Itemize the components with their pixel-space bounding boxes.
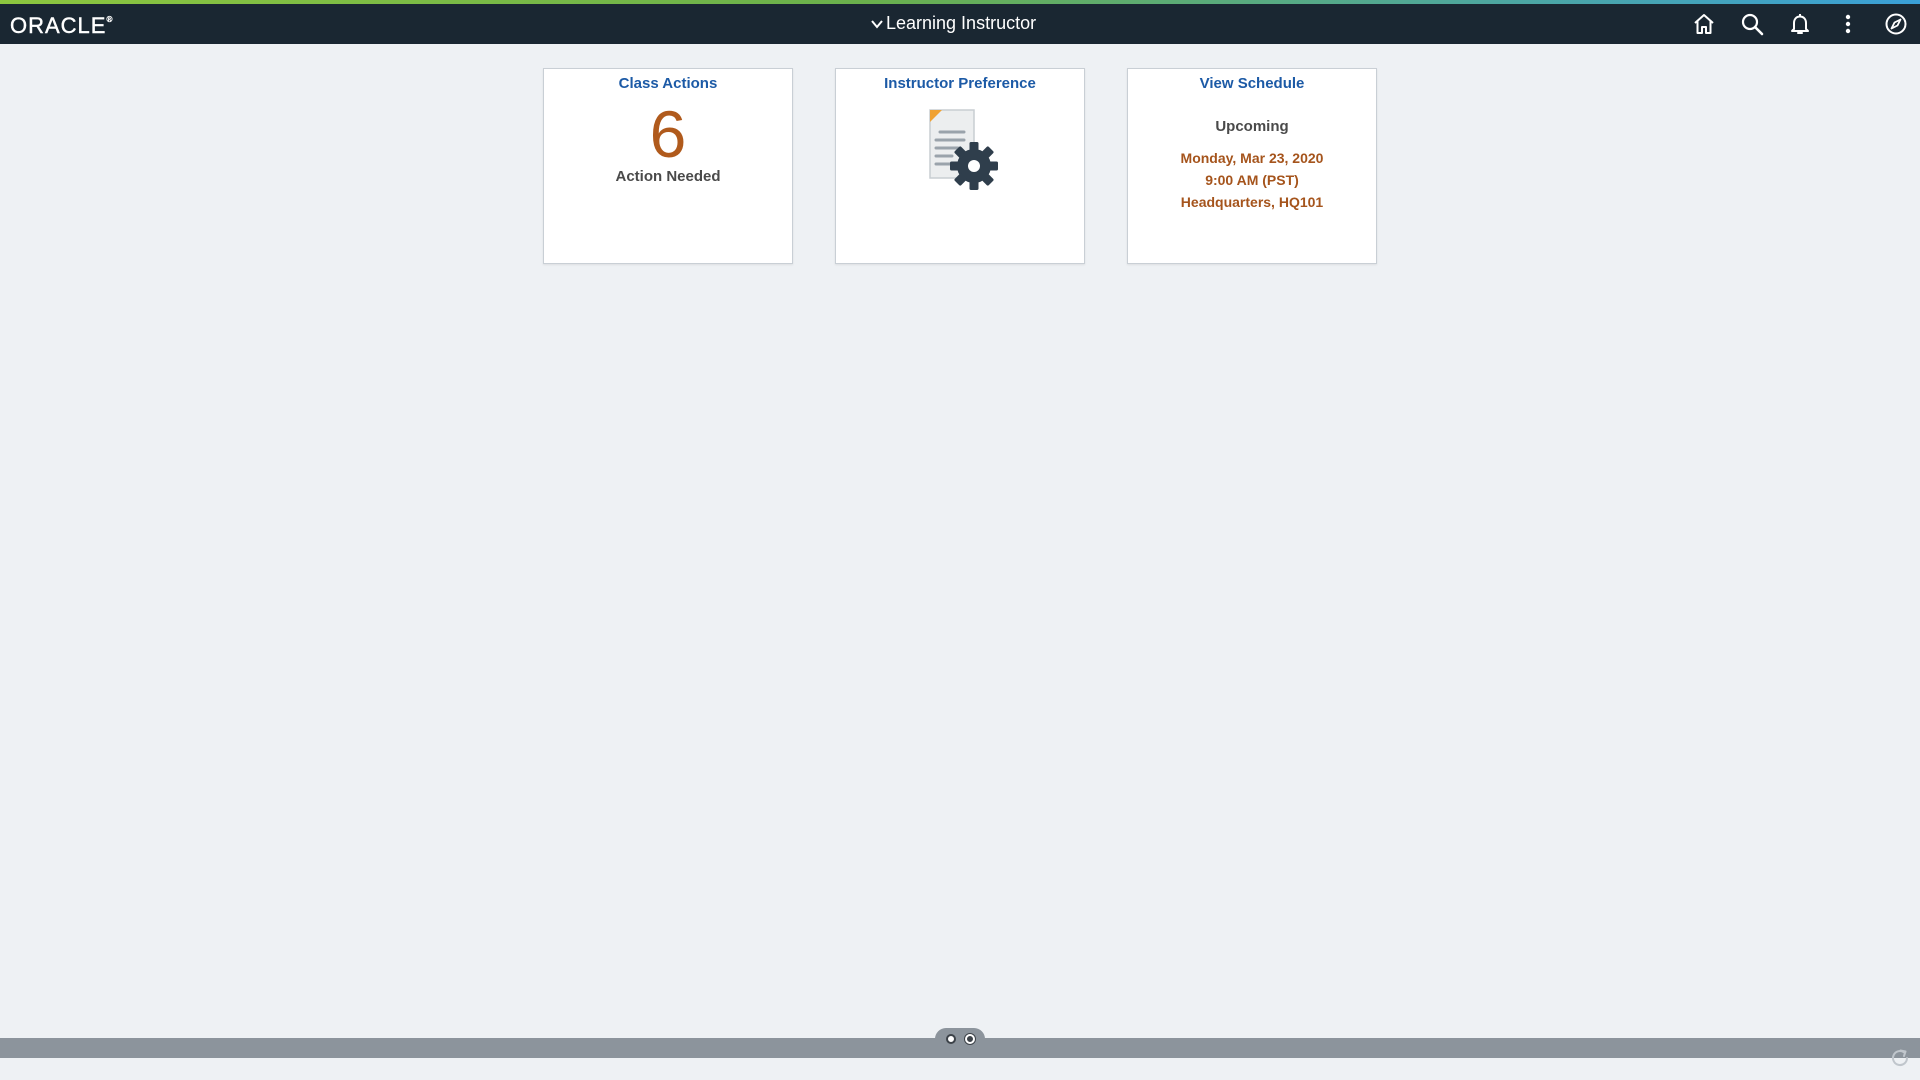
chevron-down-icon [871, 19, 883, 29]
navbar-button[interactable] [1872, 4, 1920, 44]
page-indicator [935, 1028, 985, 1050]
home-button[interactable] [1680, 4, 1728, 44]
tile-instructor-preference[interactable]: Instructor Preference [835, 68, 1085, 264]
notifications-button[interactable] [1776, 4, 1824, 44]
tile-view-schedule[interactable]: View Schedule Upcoming Monday, Mar 23, 2… [1127, 68, 1377, 264]
schedule-date: Monday, Mar 23, 2020 [1180, 150, 1324, 166]
tile-grid: Class Actions 6 Action Needed Instructor… [543, 68, 1377, 264]
refresh-icon[interactable] [1888, 1046, 1912, 1070]
action-count: 6 [649, 97, 687, 171]
schedule-location: Headquarters, HQ101 [1180, 194, 1324, 210]
tile-title: Class Actions [618, 75, 718, 92]
bell-icon [1791, 14, 1809, 34]
schedule-time: 9:00 AM (PST) [1205, 172, 1299, 188]
search-icon [1741, 13, 1764, 36]
home-icon [1694, 14, 1714, 34]
action-count-label: Action Needed [615, 168, 721, 185]
header-actions [1680, 4, 1920, 44]
navbar-compass-icon [1885, 13, 1907, 35]
tile-title: Instructor Preference [884, 75, 1036, 92]
actions-menu-button[interactable] [1824, 4, 1872, 44]
page-dot-2[interactable] [964, 1034, 975, 1044]
page-dot-1[interactable] [945, 1034, 956, 1044]
oracle-logo: ORACLE® [10, 13, 113, 39]
homepage-selector[interactable]: Learning Instructor [870, 13, 1036, 34]
document-gear-icon [929, 109, 998, 190]
tile-title: View Schedule [1199, 75, 1305, 92]
logo-registered-mark: ® [106, 15, 114, 24]
app-header: ORACLE® Learning Instructor [0, 4, 1920, 44]
tile-class-actions[interactable]: Class Actions 6 Action Needed [543, 68, 793, 264]
search-button[interactable] [1728, 4, 1776, 44]
more-vertical-icon [1845, 14, 1851, 34]
page-title: Learning Instructor [886, 13, 1037, 33]
upcoming-label: Upcoming [1215, 118, 1289, 135]
logo-text: ORACLE [10, 13, 107, 38]
